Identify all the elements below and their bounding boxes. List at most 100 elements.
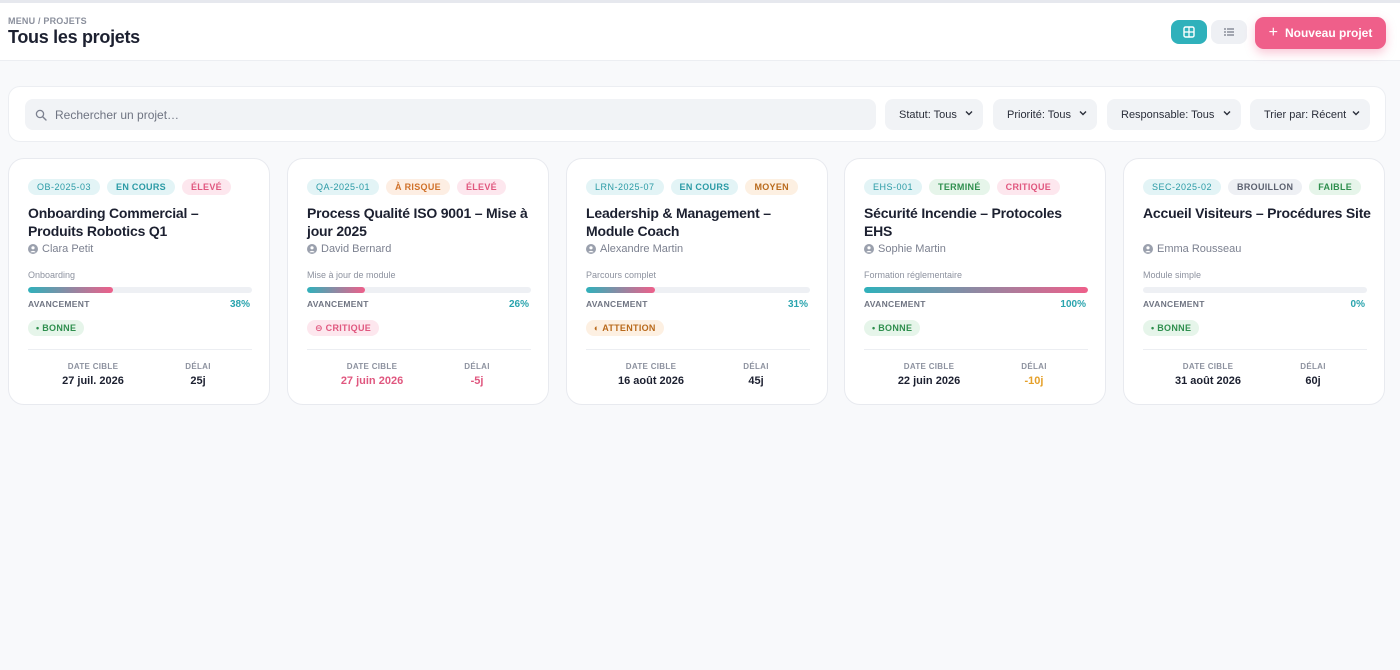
module-type: Parcours complet — [586, 270, 657, 280]
owner-name: Emma Rousseau — [1157, 243, 1242, 255]
target-date-label: DATE CIBLE — [625, 362, 677, 371]
health-badge: • BONNE — [864, 320, 921, 336]
page-title: Tous les projets — [8, 27, 140, 47]
target-date-block: DATE CIBLE 27 juil. 2026 — [28, 362, 158, 387]
module-type: Onboarding — [28, 270, 76, 280]
target-date-block: DATE CIBLE 31 août 2026 — [1143, 362, 1273, 387]
status-badge: BROUILLON — [1228, 179, 1303, 195]
delay-block: DÉLAI -5j — [442, 362, 512, 387]
target-date-label: DATE CIBLE — [1182, 362, 1234, 371]
project-title[interactable]: Accueil Visiteurs – Procédures Site — [1143, 204, 1371, 222]
project-code-badge: QA-2025-01 — [307, 179, 380, 195]
progress-bar — [28, 287, 252, 293]
owner-filter[interactable]: Responsable: Tous — [1107, 99, 1241, 130]
target-date-label: DATE CIBLE — [903, 362, 955, 371]
priority-badge: ÉLEVÉ — [456, 179, 506, 195]
delay-block: DÉLAI 60j — [1278, 362, 1348, 387]
delay-block: DÉLAI 45j — [721, 362, 791, 387]
project-card[interactable]: LRN-2025-07 EN COURS MOYEN Leadership & … — [566, 158, 828, 405]
priority-badge: CRITIQUE — [996, 179, 1061, 195]
project-title[interactable]: Process Qualité ISO 9001 – Mise à jour 2… — [307, 204, 535, 240]
search-input[interactable] — [55, 107, 835, 122]
chevron-down-icon — [1352, 111, 1360, 116]
priority-filter-label: Priorité: Tous — [1007, 108, 1071, 121]
card-tags: EHS-001 TERMINÉ CRITIQUE — [864, 179, 1061, 195]
project-code-badge: OB-2025-03 — [28, 179, 101, 195]
project-owner: Sophie Martin — [864, 243, 946, 255]
target-date-value: 31 août 2026 — [1174, 375, 1242, 387]
priority-badge: ÉLEVÉ — [181, 179, 231, 195]
target-date-label: DATE CIBLE — [346, 362, 398, 371]
priority-badge: FAIBLE — [1309, 179, 1362, 195]
health-badge: • BONNE — [1143, 320, 1200, 336]
delay-block: DÉLAI 25j — [163, 362, 233, 387]
health-badge: • BONNE — [28, 320, 85, 336]
sort-select-label: Trier par: Récent — [1264, 108, 1347, 121]
search-box[interactable] — [25, 99, 876, 130]
project-title[interactable]: Onboarding Commercial – Produits Robotic… — [28, 204, 256, 240]
module-type: Mise à jour de module — [307, 270, 396, 280]
divider — [586, 349, 810, 350]
list-icon — [1224, 28, 1234, 36]
progress-percent: 38% — [229, 299, 250, 310]
target-date-value: 27 juil. 2026 — [62, 375, 124, 387]
owner-name: Clara Petit — [42, 243, 94, 255]
breadcrumb[interactable]: MENU / PROJETS — [8, 16, 87, 26]
project-owner: David Bernard — [307, 243, 391, 255]
progress-fill — [586, 287, 656, 293]
grid-icon — [1183, 26, 1195, 38]
target-date-label: DATE CIBLE — [67, 362, 119, 371]
divider — [1143, 349, 1367, 350]
target-date-value: 16 août 2026 — [617, 375, 685, 387]
status-filter-label: Statut: Tous — [899, 108, 957, 121]
progress-fill — [28, 287, 114, 293]
delay-label: DÉLAI — [743, 362, 769, 371]
grid-view-button[interactable] — [1171, 20, 1207, 44]
project-title[interactable]: Sécurité Incendie – Protocoles EHS — [864, 204, 1092, 240]
project-card[interactable]: OB-2025-03 EN COURS ÉLEVÉ Onboarding Com… — [8, 158, 270, 405]
project-card[interactable]: QA-2025-01 À RISQUE ÉLEVÉ Process Qualit… — [287, 158, 549, 405]
progress-label: AVANCEMENT — [586, 299, 648, 309]
project-title[interactable]: Leadership & Management – Module Coach — [586, 204, 814, 240]
user-icon — [28, 244, 38, 254]
chevron-down-icon — [965, 111, 973, 116]
progress-bar — [586, 287, 810, 293]
progress-percent: 26% — [508, 299, 529, 310]
target-date-value: 27 juin 2026 — [340, 375, 404, 387]
card-tags: OB-2025-03 EN COURS ÉLEVÉ — [28, 179, 231, 195]
divider — [307, 349, 531, 350]
delay-value: 60j — [1305, 375, 1321, 387]
delay-label: DÉLAI — [464, 362, 490, 371]
progress-percent: 31% — [787, 299, 808, 310]
card-tags: SEC-2025-02 BROUILLON FAIBLE — [1143, 179, 1362, 195]
card-tags: QA-2025-01 À RISQUE ÉLEVÉ — [307, 179, 506, 195]
progress-fill — [307, 287, 366, 293]
status-filter[interactable]: Statut: Tous — [885, 99, 983, 130]
divider — [864, 349, 1088, 350]
progress-label: AVANCEMENT — [1143, 299, 1205, 309]
health-badge: ⊖ CRITIQUE — [307, 320, 380, 336]
new-project-button[interactable]: + Nouveau projet — [1255, 17, 1386, 49]
status-badge: À RISQUE — [386, 179, 450, 195]
list-view-button[interactable] — [1211, 20, 1247, 44]
project-owner: Emma Rousseau — [1143, 243, 1241, 255]
plus-icon: + — [1268, 24, 1278, 41]
project-card[interactable]: EHS-001 TERMINÉ CRITIQUE Sécurité Incend… — [844, 158, 1106, 405]
project-card[interactable]: SEC-2025-02 BROUILLON FAIBLE Accueil Vis… — [1123, 158, 1385, 405]
module-type: Formation réglementaire — [864, 270, 963, 280]
owner-name: Sophie Martin — [878, 243, 946, 255]
project-owner: Clara Petit — [28, 243, 93, 255]
progress-label: AVANCEMENT — [864, 299, 926, 309]
progress-bar — [864, 287, 1088, 293]
health-badge: ◐ ATTENTION — [586, 320, 664, 336]
user-icon — [307, 244, 317, 254]
target-date-block: DATE CIBLE 22 juin 2026 — [864, 362, 994, 387]
target-date-block: DATE CIBLE 27 juin 2026 — [307, 362, 437, 387]
priority-filter[interactable]: Priorité: Tous — [993, 99, 1097, 130]
user-icon — [586, 244, 596, 254]
sort-select[interactable]: Trier par: Récent — [1250, 99, 1370, 130]
progress-bar — [307, 287, 531, 293]
status-badge: EN COURS — [670, 179, 739, 195]
progress-bar — [1143, 287, 1367, 293]
target-date-block: DATE CIBLE 16 août 2026 — [586, 362, 716, 387]
